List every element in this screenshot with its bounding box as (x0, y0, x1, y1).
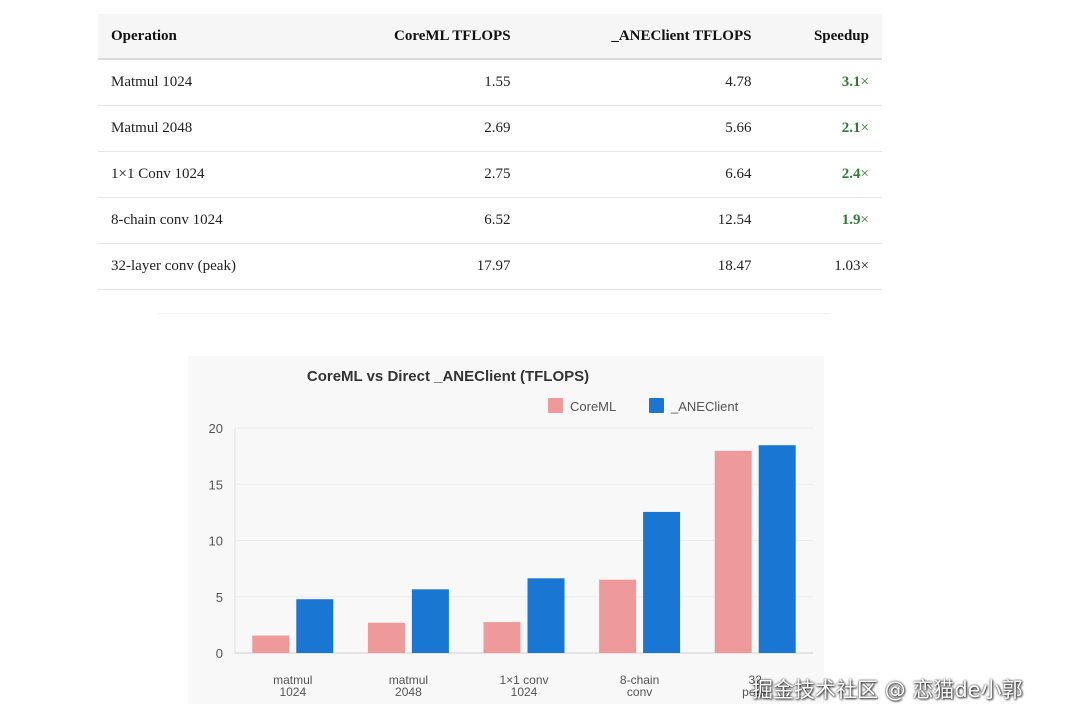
bar-coreml (252, 635, 290, 653)
speedup-value: 1.03 (834, 258, 861, 274)
bar-coreml (599, 579, 637, 653)
speedup-suffix: × (860, 212, 869, 228)
performance-table: Operation CoreML TFLOPS _ANEClient TFLOP… (98, 14, 882, 290)
speedup-value: 2.4 (841, 166, 861, 182)
speedup-suffix: × (860, 258, 869, 274)
table-row: 1×1 Conv 1024 2.75 6.64 2.4× (98, 151, 882, 198)
speedup-value: 2.1 (841, 120, 861, 136)
y-tick-label: 15 (209, 477, 223, 492)
x-tick-label: 1024 (279, 685, 306, 699)
cell-speedup: 2.1× (764, 105, 882, 152)
cell-operation: Matmul 2048 (98, 105, 317, 152)
header-coreml-tflops: CoreML TFLOPS (316, 14, 524, 60)
bar-aneclient (296, 599, 334, 653)
bar-chart-svg: CoreML vs Direct _ANEClient (TFLOPS) 0 5 1… (209, 368, 813, 699)
y-tick-label: 5 (216, 590, 223, 605)
separator-line (158, 313, 830, 314)
x-tick-label: conv (627, 685, 652, 699)
chart-title: CoreML vs Direct _ANEClient (TFLOPS) (307, 368, 589, 385)
table-row: Matmul 2048 2.69 5.66 2.1× (98, 105, 882, 152)
x-tick-label: 1024 (511, 685, 538, 699)
bar-aneclient (758, 445, 796, 653)
bar-coreml (714, 450, 752, 653)
watermark: 掘金技术社区 @ 恋猫de小郭 (752, 678, 1023, 702)
cell-speedup: 1.03× (764, 243, 882, 290)
bar-aneclient (527, 578, 565, 653)
table-row: Matmul 1024 1.55 4.78 3.1× (98, 59, 882, 106)
speedup-suffix: × (860, 120, 869, 136)
cell-operation: 32-layer conv (peak) (98, 243, 317, 290)
cell-operation: 1×1 Conv 1024 (98, 151, 317, 198)
legend-swatch (649, 398, 664, 413)
bar-chart: CoreML vs Direct _ANEClient (TFLOPS) 0 5 1… (188, 356, 824, 704)
cell-coreml: 6.52 (316, 197, 524, 244)
cell-speedup: 2.4× (764, 151, 882, 198)
y-tick-label: 0 (216, 646, 223, 661)
legend-label: _ANEClient (670, 399, 739, 414)
cell-ane: 4.78 (523, 59, 765, 106)
legend-swatch (548, 398, 563, 413)
cell-ane: 18.47 (523, 243, 765, 290)
bar-aneclient (643, 511, 681, 653)
header-aneclient-tflops: _ANEClient TFLOPS (523, 14, 765, 60)
y-tick-label: 10 (209, 534, 223, 549)
cell-coreml: 2.69 (316, 105, 524, 152)
table-row: 32-layer conv (peak) 17.97 18.47 1.03× (98, 243, 882, 290)
x-tick-label: 2048 (395, 685, 422, 699)
cell-coreml: 17.97 (316, 243, 524, 290)
y-tick-label: 20 (209, 421, 223, 436)
cell-speedup: 3.1× (764, 59, 882, 106)
header-speedup: Speedup (764, 14, 882, 60)
bar-coreml (367, 622, 405, 653)
cell-ane: 5.66 (523, 105, 765, 152)
speedup-suffix: × (860, 74, 869, 90)
cell-ane: 12.54 (523, 197, 765, 244)
table-header-row: Operation CoreML TFLOPS _ANEClient TFLOP… (98, 14, 882, 60)
bar-coreml (483, 622, 521, 653)
legend-label: CoreML (570, 399, 616, 414)
cell-operation: Matmul 1024 (98, 59, 317, 106)
speedup-suffix: × (860, 166, 869, 182)
cell-coreml: 2.75 (316, 151, 524, 198)
table-row: 8-chain conv 1024 6.52 12.54 1.9× (98, 197, 882, 244)
cell-coreml: 1.55 (316, 59, 524, 106)
speedup-value: 3.1 (841, 74, 861, 90)
cell-speedup: 1.9× (764, 197, 882, 244)
speedup-value: 1.9 (841, 212, 861, 228)
cell-operation: 8-chain conv 1024 (98, 197, 317, 244)
header-operation: Operation (98, 14, 317, 60)
cell-ane: 6.64 (523, 151, 765, 198)
bar-aneclient (411, 589, 449, 653)
